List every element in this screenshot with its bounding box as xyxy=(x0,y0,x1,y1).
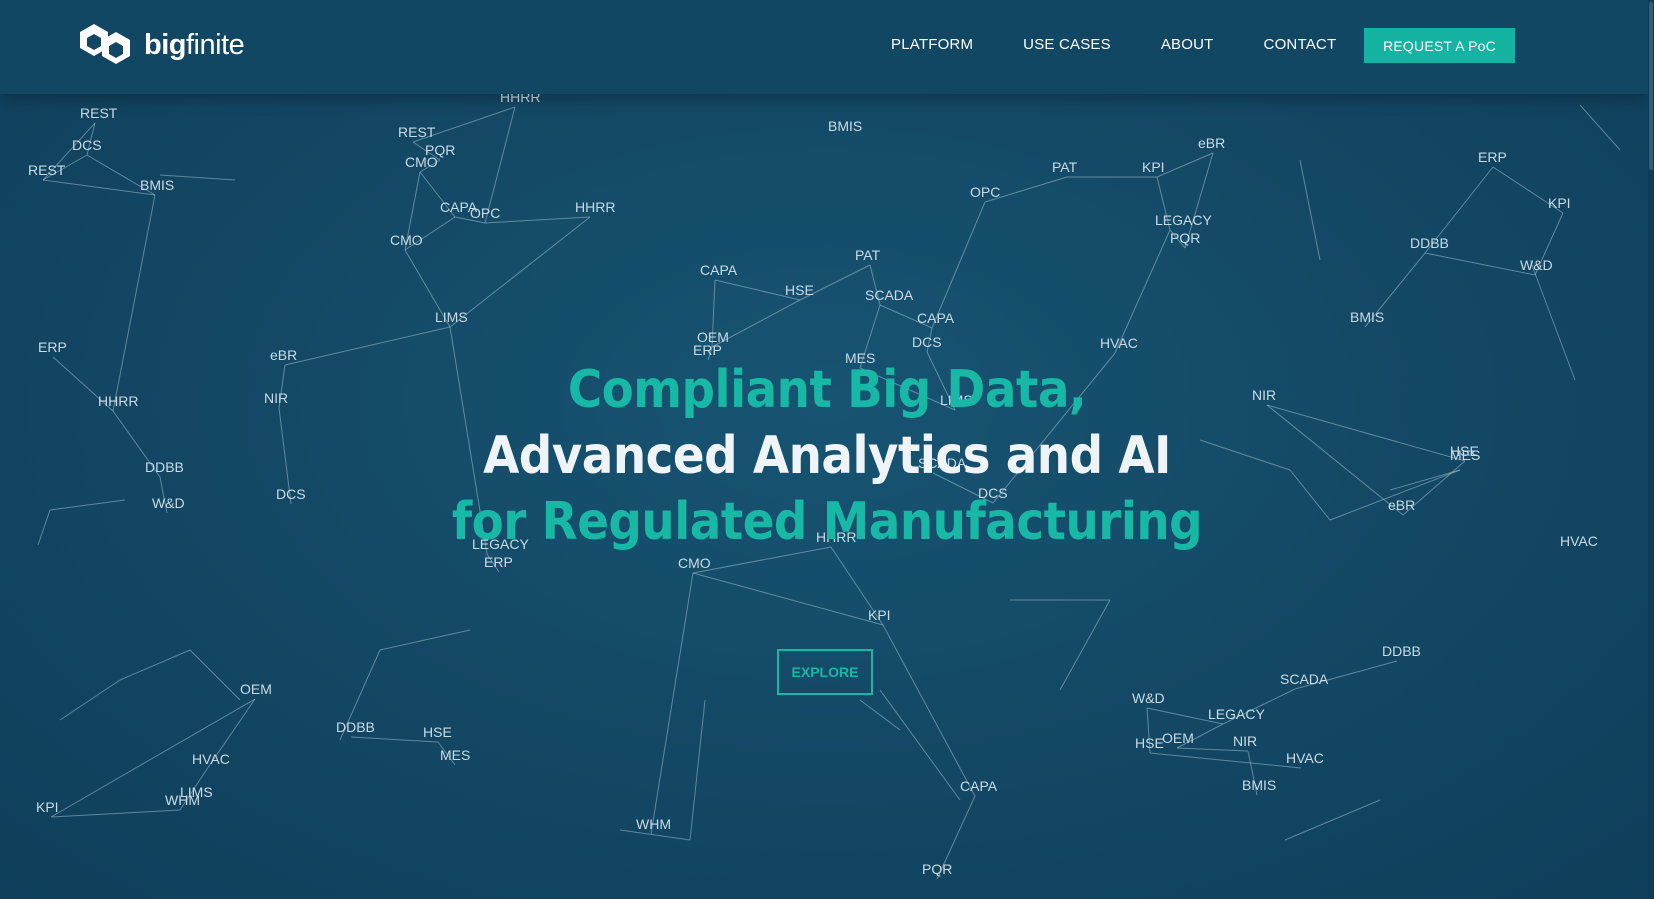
network-node-label: eBR xyxy=(1198,135,1225,151)
network-edge xyxy=(189,649,241,701)
network-edge xyxy=(1579,104,1621,151)
network-node-label: OEM xyxy=(1162,730,1194,746)
network-node-label: ERP xyxy=(38,339,67,355)
network-node-label: ERP xyxy=(1478,149,1507,165)
network-node-label: WHM xyxy=(165,792,200,808)
network-edge xyxy=(42,179,156,196)
top-navbar: bigfinite PLATFORM USE CASES ABOUT CONTA… xyxy=(0,0,1648,94)
network-edge xyxy=(882,624,976,797)
network-node-label: CMO xyxy=(678,555,711,571)
network-edge xyxy=(689,699,706,841)
network-node-label: W&D xyxy=(1520,257,1553,273)
network-node-label: HSE xyxy=(1135,735,1164,751)
network-node-label: HSE xyxy=(785,282,814,298)
network-edge xyxy=(1424,252,1536,276)
network-edge xyxy=(50,809,181,818)
hero-title-line-2: Advanced Analytics and AI xyxy=(483,426,1171,486)
hero-title-line-1: Compliant Big Data, xyxy=(567,360,1087,420)
network-node-label: REST xyxy=(28,162,66,178)
network-edge xyxy=(484,216,591,224)
network-node-label: BMIS xyxy=(1350,309,1384,325)
network-node-label: REST xyxy=(398,124,436,140)
network-node-label: LIMS xyxy=(435,309,468,325)
network-node-label: SCADA xyxy=(865,287,914,303)
network-node-label: HVAC xyxy=(192,751,230,767)
network-node-label: OPC xyxy=(470,205,500,221)
network-edge xyxy=(692,572,884,626)
request-poc-button[interactable]: REQUEST A PoC xyxy=(1364,28,1515,63)
network-node-label: W&D xyxy=(1132,690,1165,706)
network-node-label: MES xyxy=(440,747,470,763)
network-node-label: PAT xyxy=(1052,159,1078,175)
network-edge xyxy=(1059,599,1111,691)
network-node-label: BMIS xyxy=(140,177,174,193)
network-node-label: BMIS xyxy=(1242,777,1276,793)
network-edge xyxy=(1156,152,1214,178)
network-node-label: WHM xyxy=(636,816,671,832)
network-node-label: CMO xyxy=(390,232,423,248)
network-node-label: LEGACY xyxy=(1155,212,1212,228)
network-edge xyxy=(1299,159,1321,261)
network-node-label: OEM xyxy=(240,681,272,697)
network-node-label: KPI xyxy=(1142,159,1165,175)
network-node-label: DDBB xyxy=(1410,235,1449,251)
network-node-label: DCS xyxy=(912,334,942,350)
network-node-label: PQR xyxy=(1170,230,1200,246)
network-node-label: ERP xyxy=(484,554,513,570)
network-edge xyxy=(449,216,591,328)
network-node-label: DDBB xyxy=(1382,643,1421,659)
nav-use-cases[interactable]: USE CASES xyxy=(1023,36,1111,53)
network-node-label: BMIS xyxy=(828,118,862,134)
network-edge xyxy=(1149,752,1302,769)
network-node-label: CAPA xyxy=(917,310,955,326)
network-edge xyxy=(119,649,191,681)
nav-contact[interactable]: CONTACT xyxy=(1264,36,1337,53)
network-node-label: NIR xyxy=(1233,733,1257,749)
network-node-label: HVAC xyxy=(1100,335,1138,351)
explore-button[interactable]: EXPLORE xyxy=(777,649,873,695)
network-node-label: HVAC xyxy=(1286,750,1324,766)
bigfinite-logo-icon xyxy=(80,24,130,64)
network-node-label: DDBB xyxy=(336,719,375,735)
logo[interactable]: bigfinite xyxy=(80,24,245,66)
nav-about[interactable]: ABOUT xyxy=(1161,36,1214,53)
main-nav: PLATFORM USE CASES ABOUT CONTACT xyxy=(891,36,1386,53)
network-node-label: LEGACY xyxy=(1208,706,1265,722)
network-node-label: SCADA xyxy=(1280,671,1329,687)
network-node-label: PAT xyxy=(855,247,881,263)
network-node-label: ERP xyxy=(693,342,722,358)
network-node-label: PQR xyxy=(922,861,952,877)
network-edge xyxy=(859,699,901,731)
network-node-label: HSE xyxy=(423,724,452,740)
network-edge xyxy=(1284,799,1381,841)
network-node-label: REST xyxy=(80,105,118,121)
network-node-label: OPC xyxy=(970,184,1000,200)
network-node-label: KPI xyxy=(868,607,891,623)
hero-title-line-3: for Regulated Manufacturing xyxy=(451,492,1203,552)
network-edge xyxy=(650,572,694,835)
logo-wordmark: bigfinite xyxy=(144,28,245,61)
network-edge xyxy=(379,629,471,651)
network-node-label: CAPA xyxy=(700,262,738,278)
network-node-label: KPI xyxy=(1548,195,1571,211)
scrollbar-thumb[interactable] xyxy=(1649,2,1653,170)
network-node-label: CMO xyxy=(405,154,438,170)
network-node-label: KPI xyxy=(36,799,59,815)
network-node-label: HHRR xyxy=(575,199,615,215)
network-node-label: CAPA xyxy=(960,778,998,794)
network-node-label: DCS xyxy=(72,137,102,153)
nav-platform[interactable]: PLATFORM xyxy=(891,36,973,53)
network-edge xyxy=(59,679,121,721)
